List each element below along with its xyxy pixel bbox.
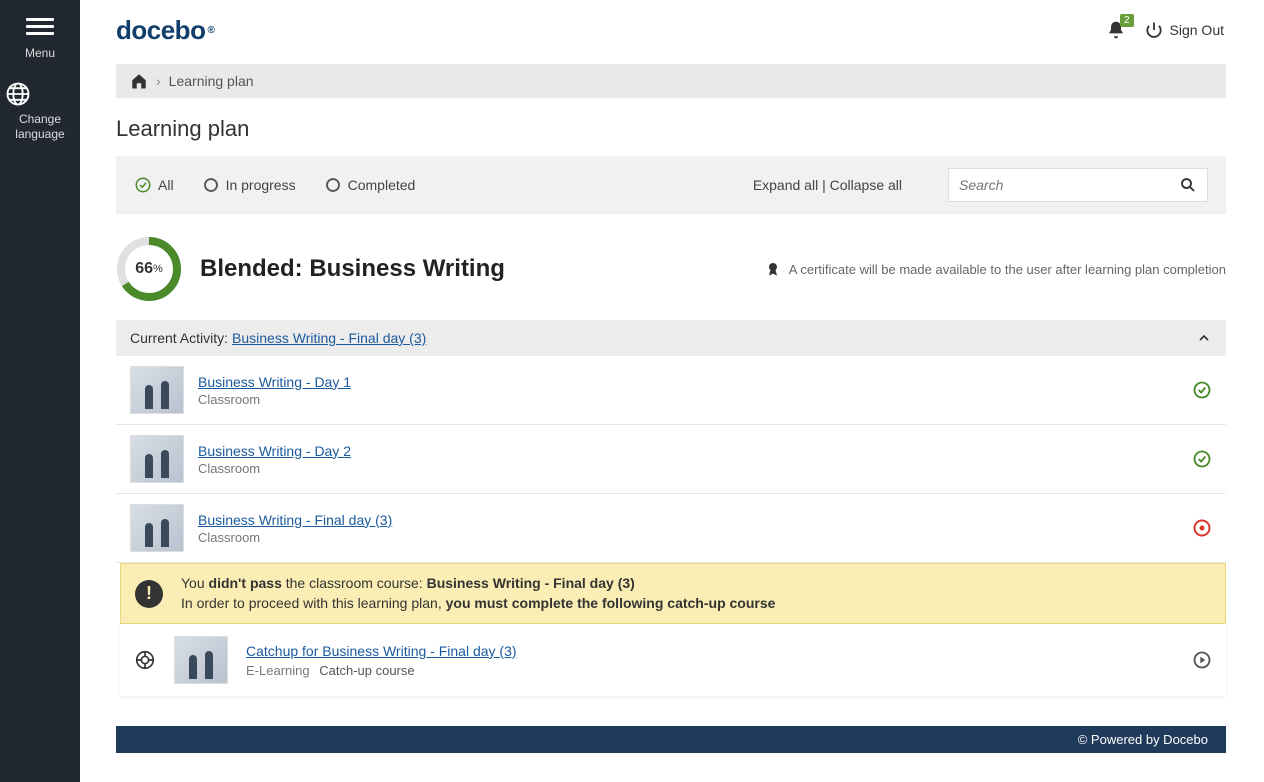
breadcrumb: › Learning plan [116,64,1226,98]
globe-icon [4,80,76,108]
circle-icon [202,176,220,194]
progress-value: 66 [135,260,153,278]
course-link[interactable]: Business Writing - Day 2 [198,443,351,459]
course-thumbnail [130,366,184,414]
course-link[interactable]: Business Writing - Final day (3) [198,512,392,528]
menu-button[interactable]: Menu [0,6,80,72]
notification-badge: 2 [1120,14,1134,27]
check-circle-icon [134,176,152,194]
warn-t1c: the classroom course: [282,575,427,591]
course-type: Classroom [198,530,392,545]
notifications-button[interactable]: 2 [1106,20,1126,40]
certificate-note: A certificate will be made available to … [765,261,1226,277]
warning-banner: ! You didn't pass the classroom course: … [120,563,1226,624]
circle-icon [324,176,342,194]
course-thumbnail [130,435,184,483]
status-failed-icon [1192,518,1212,538]
course-type: Classroom [198,392,351,407]
search-box [948,168,1208,202]
collapse-all-link[interactable]: Collapse all [830,177,902,193]
power-icon [1144,20,1164,40]
expand-separator: | [818,177,829,193]
footer-text: © Powered by Docebo [1078,732,1208,747]
expand-all-link[interactable]: Expand all [753,177,818,193]
warn-t2b: you must complete the following catch-up… [446,595,776,611]
chevron-up-icon [1196,330,1212,346]
lifebuoy-icon [134,649,156,671]
change-language-button[interactable]: Change language [0,72,80,153]
catchup-row: Catchup for Business Writing - Final day… [120,624,1226,696]
ribbon-icon [765,261,781,277]
catchup-type: E-Learning [246,663,310,678]
expand-collapse: Expand all | Collapse all [753,177,902,193]
signout-label: Sign Out [1170,22,1224,38]
footer: © Powered by Docebo [116,726,1226,753]
hamburger-icon [26,14,54,39]
logo[interactable]: docebo ® [116,15,214,46]
topbar: docebo ® 2 Sign Out [80,0,1264,60]
warn-t1a: You [181,575,209,591]
plan-title: Blended: Business Writing [200,255,505,283]
progress-ring: 66% [116,236,182,302]
filter-inprogress[interactable]: In progress [202,176,296,194]
course-row: Business Writing - Final day (3) Classro… [116,494,1226,563]
course-row: Business Writing - Day 2 Classroom [116,425,1226,494]
plan-header: 66% Blended: Business Writing A certific… [116,214,1226,320]
warn-t1d: Business Writing - Final day (3) [427,575,635,591]
play-icon[interactable] [1192,650,1212,670]
certificate-text: A certificate will be made available to … [789,262,1226,277]
course-link[interactable]: Business Writing - Day 1 [198,374,351,390]
course-type: Classroom [198,461,351,476]
current-activity-link[interactable]: Business Writing - Final day (3) [232,330,426,346]
progress-symbol: % [153,263,163,275]
logo-text: docebo [116,15,205,46]
course-thumbnail [174,636,228,684]
search-input[interactable] [959,177,1179,193]
filter-all-label: All [158,177,174,193]
warn-t1b: didn't pass [209,575,282,591]
course-thumbnail [130,504,184,552]
sidebar: Menu Change language [0,0,80,782]
home-icon[interactable] [130,72,148,90]
menu-label: Menu [4,46,76,60]
catchup-link[interactable]: Catchup for Business Writing - Final day… [246,643,517,659]
exclamation-icon: ! [135,580,163,608]
collapse-toggle[interactable] [1196,330,1212,346]
main: › Learning plan Learning plan All In pro… [116,64,1226,753]
filter-inprogress-label: In progress [226,177,296,193]
filter-completed[interactable]: Completed [324,176,416,194]
signout-button[interactable]: Sign Out [1144,20,1224,40]
status-complete-icon [1192,449,1212,469]
filter-all[interactable]: All [134,176,174,194]
breadcrumb-sep: › [156,73,161,89]
search-icon[interactable] [1179,176,1197,194]
status-complete-icon [1192,380,1212,400]
filter-bar: All In progress Completed Expand all | C… [116,156,1226,214]
current-activity-bar: Current Activity: Business Writing - Fin… [116,320,1226,356]
breadcrumb-current: Learning plan [169,73,254,89]
course-row: Business Writing - Day 1 Classroom [116,356,1226,425]
warn-t2a: In order to proceed with this learning p… [181,595,446,611]
change-language-label: Change language [4,112,76,141]
filter-completed-label: Completed [348,177,416,193]
logo-reg: ® [207,25,214,36]
page-title: Learning plan [116,98,1226,156]
current-activity-label: Current Activity: [130,330,228,346]
warning-text: You didn't pass the classroom course: Bu… [181,574,775,613]
catchup-tag: Catch-up course [319,663,414,678]
